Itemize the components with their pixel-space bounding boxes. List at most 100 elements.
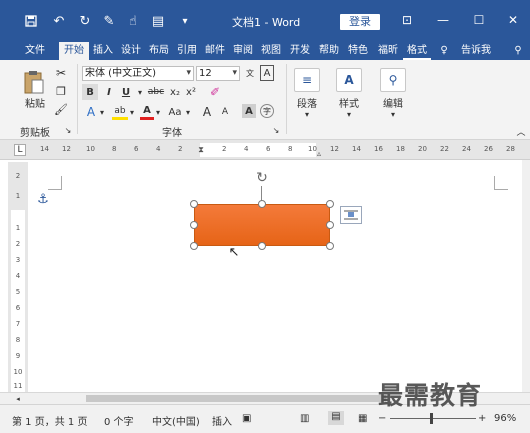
tab-foxit[interactable]: 福昕 (373, 42, 403, 60)
vertical-ruler[interactable]: 2 1 1 2 3 4 5 6 7 8 9 10 11 (8, 162, 28, 394)
zoom-in-icon[interactable]: + (478, 413, 486, 424)
shrink-font-button[interactable]: A (218, 104, 232, 120)
chevron-down-icon[interactable]: ▾ (98, 104, 106, 120)
horizontal-ruler[interactable]: L 14 12 10 8 6 4 2 ⧗ 2 4 6 8 10 ▵ 12 14 … (0, 140, 530, 160)
paste-icon[interactable] (22, 68, 46, 96)
chevron-down-icon[interactable]: ▾ (128, 104, 136, 120)
grow-font-button[interactable]: A (200, 104, 214, 120)
format-painter-icon[interactable]: 🖌 (54, 102, 68, 116)
dialog-launcher-icon[interactable]: ↘ (272, 126, 280, 135)
share-icon[interactable]: ⚲ (510, 42, 526, 60)
char-shading-icon[interactable]: A (242, 104, 256, 118)
subscript-button[interactable]: x₂ (168, 84, 182, 100)
minimize-button[interactable]: — (432, 11, 454, 29)
tab-format[interactable]: 格式 (403, 42, 431, 60)
dialog-launcher-icon[interactable]: ↘ (64, 126, 72, 135)
tab-references[interactable]: 引用 (173, 42, 201, 60)
rotate-handle-icon[interactable]: ↻ (254, 170, 270, 186)
clear-formatting-icon[interactable]: ✐ (208, 84, 222, 100)
right-indent-icon[interactable]: ▵ (315, 148, 323, 158)
tab-insert[interactable]: 插入 (89, 42, 117, 60)
print-preview-icon[interactable]: ▤ (150, 13, 166, 29)
font-name-combo[interactable]: 宋体 (中文正文) ▾ (82, 66, 194, 81)
bold-button[interactable]: B (82, 84, 98, 100)
italic-button[interactable]: I (102, 84, 116, 100)
tab-selector-icon[interactable]: L (14, 144, 26, 156)
change-case-button[interactable]: Aa (166, 104, 184, 120)
page-count[interactable]: 第 1 页，共 1 页 (12, 413, 87, 428)
ruler-label: 12 (62, 145, 71, 153)
scroll-thumb[interactable] (86, 395, 386, 402)
highlight-icon[interactable]: ab (112, 104, 128, 120)
read-mode-icon[interactable]: ▥ (300, 413, 309, 424)
close-button[interactable]: ✕ (502, 11, 524, 29)
save-icon[interactable] (22, 13, 40, 29)
tab-mailings[interactable]: 邮件 (201, 42, 229, 60)
zoom-out-icon[interactable]: − (378, 413, 386, 424)
insert-mode[interactable]: 插入 (212, 413, 232, 428)
resize-handle[interactable] (190, 200, 198, 208)
chevron-down-icon[interactable]: ▾ (135, 84, 145, 100)
undo-icon[interactable]: ↶ (48, 13, 70, 29)
tab-review[interactable]: 审阅 (229, 42, 257, 60)
format-painter-icon[interactable]: ✎ (100, 13, 118, 29)
paste-label[interactable]: 粘贴 (22, 96, 48, 110)
collapse-ribbon-icon[interactable]: ︿ (516, 126, 526, 138)
ruler-label: 3 (15, 256, 21, 264)
tab-layout[interactable]: 布局 (145, 42, 173, 60)
indent-marker-icon[interactable]: ⧗ (197, 141, 205, 159)
ribbon-display-options-icon[interactable]: ⊡ (396, 11, 418, 29)
tab-design[interactable]: 设计 (117, 42, 145, 60)
char-border-icon[interactable]: A (260, 65, 274, 81)
resize-handle[interactable] (258, 242, 266, 250)
tab-developer[interactable]: 开发 (285, 42, 315, 60)
zoom-slider[interactable] (390, 418, 476, 419)
chevron-down-icon[interactable]: ▾ (154, 104, 162, 120)
resize-handle[interactable] (326, 200, 334, 208)
paragraph-button[interactable]: ≡ 段落 ▾ (292, 68, 322, 119)
enclose-chars-icon[interactable]: 字 (260, 104, 274, 118)
web-layout-icon[interactable]: ▦ (358, 413, 367, 424)
font-color-icon[interactable]: A (140, 104, 154, 120)
cut-icon[interactable]: ✂ (54, 66, 68, 80)
resize-handle[interactable] (190, 221, 198, 229)
vertical-scrollbar[interactable] (522, 160, 530, 392)
tab-home[interactable]: 开始 (59, 42, 89, 60)
zoom-slider-thumb[interactable] (430, 413, 433, 424)
resize-handle[interactable] (258, 200, 266, 208)
document-page[interactable]: ⚓ (28, 160, 522, 392)
language[interactable]: 中文(中国) (152, 413, 200, 428)
resize-handle[interactable] (326, 221, 334, 229)
styles-button[interactable]: A 样式 ▾ (334, 68, 364, 119)
tab-features[interactable]: 特色 (343, 42, 373, 60)
copy-icon[interactable]: ❐ (54, 84, 68, 98)
mouse-cursor-icon: ↖ (228, 244, 240, 260)
macro-record-icon[interactable]: ▣ (242, 413, 251, 424)
underline-button[interactable]: U (119, 84, 133, 100)
resize-handle[interactable] (190, 242, 198, 250)
scroll-left-icon[interactable]: ◂ (14, 394, 22, 403)
superscript-button[interactable]: x² (184, 84, 198, 100)
word-count[interactable]: 0 个字 (104, 413, 134, 428)
tab-view[interactable]: 视图 (257, 42, 285, 60)
redo-icon[interactable]: ↻ (76, 13, 94, 29)
zoom-level[interactable]: 96% (494, 413, 516, 424)
layout-options-icon[interactable] (340, 206, 362, 224)
font-size-combo[interactable]: 12 ▾ (196, 66, 240, 81)
tab-file[interactable]: 文件 (20, 42, 50, 60)
print-layout-icon[interactable]: ▤ (328, 411, 344, 425)
maximize-button[interactable]: ☐ (468, 11, 490, 29)
touch-mode-icon[interactable]: ☝ (124, 13, 142, 29)
strikethrough-button[interactable]: abc (146, 84, 166, 100)
editing-button[interactable]: ⚲ 编辑 ▾ (378, 68, 408, 119)
resize-handle[interactable] (326, 242, 334, 250)
lightbulb-icon[interactable]: ♀ (437, 42, 451, 60)
customize-toolbar-icon[interactable]: ▾ (178, 13, 192, 29)
tell-me-search[interactable]: 告诉我 (456, 42, 496, 60)
text-effects-icon[interactable]: A (84, 104, 98, 120)
orange-rectangle-shape[interactable] (194, 204, 330, 246)
tab-help[interactable]: 帮助 (315, 42, 343, 60)
chevron-down-icon[interactable]: ▾ (184, 104, 192, 120)
phonetic-guide-icon[interactable]: 文 (243, 65, 257, 81)
login-button[interactable]: 登录 (340, 14, 380, 30)
